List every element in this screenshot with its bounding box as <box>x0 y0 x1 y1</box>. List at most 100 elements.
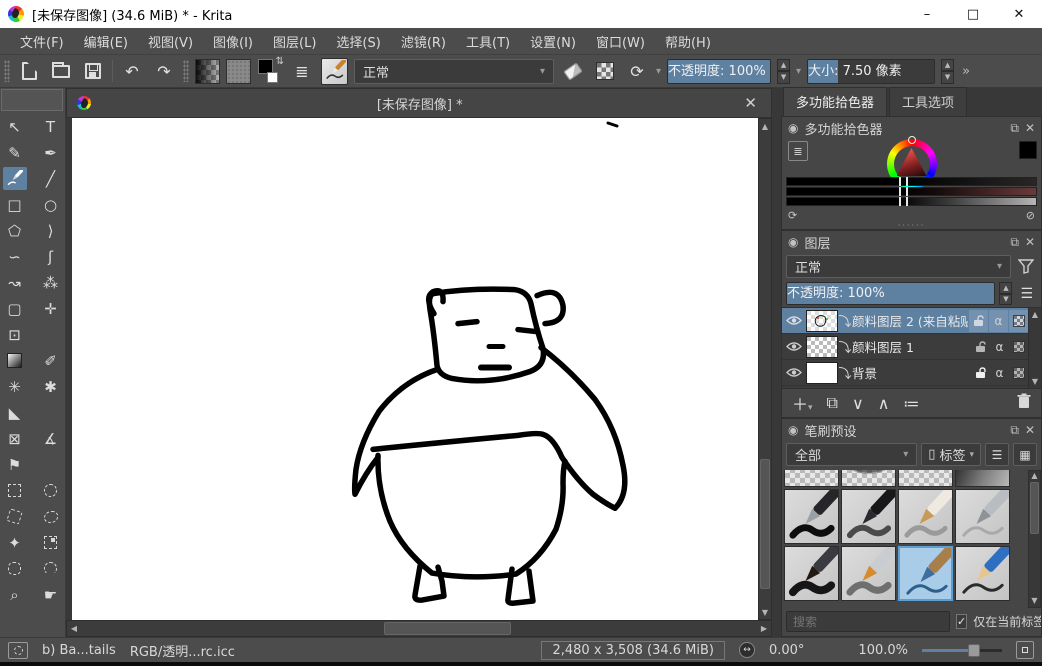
assistants-tool[interactable]: ⚑ <box>3 453 27 476</box>
canvas-rotation-icon[interactable]: ↔ <box>739 642 755 658</box>
visibility-eye-icon[interactable] <box>782 367 806 378</box>
zoom-tool[interactable]: ⌕ <box>3 583 27 606</box>
open-document-button[interactable] <box>48 58 74 84</box>
bezier-select-tool[interactable] <box>39 531 63 554</box>
brush-preset-eraser-soft[interactable] <box>898 470 953 487</box>
reload-preset-button[interactable]: ⟳ <box>624 58 650 84</box>
ellipse-tool[interactable]: ○ <box>39 193 63 216</box>
canvas-vertical-scrollbar[interactable]: ▲ ▼ <box>758 118 772 620</box>
float-docker-icon[interactable]: ⧉ <box>1010 423 1019 438</box>
layer-name[interactable]: 颜料图层 2 (来自粘贴) <box>852 311 968 330</box>
layer-name[interactable]: 背景 <box>852 363 971 382</box>
scroll-up-icon[interactable]: ▲ <box>1032 310 1038 319</box>
maximize-button[interactable]: □ <box>950 0 996 28</box>
reference-images-tool[interactable]: ⊠ <box>3 427 27 450</box>
toolbox-header[interactable] <box>1 89 63 111</box>
brush-preset-airbrush-dark[interactable] <box>955 470 1010 487</box>
menu-item-6[interactable]: 滤镜(R) <box>391 28 456 55</box>
brush-preset-pen-chisel-black[interactable] <box>784 489 839 544</box>
layer-blending-mode-dropdown[interactable]: 正常 ▾ <box>786 255 1011 278</box>
inherit-alpha-icon[interactable] <box>1009 310 1028 332</box>
freehand-brush-tool[interactable] <box>3 167 27 190</box>
move-layer-up-button[interactable]: ∧ <box>878 394 890 413</box>
no-color-icon[interactable]: ⊘ <box>1026 209 1035 222</box>
presets-menu-button[interactable]: ☰ <box>985 443 1009 466</box>
new-document-button[interactable] <box>16 58 42 84</box>
rect-select-tool[interactable] <box>3 479 27 502</box>
menu-item-1[interactable]: 编辑(E) <box>74 28 138 55</box>
layer-opacity-spinner[interactable]: ▲▼ <box>999 282 1012 305</box>
eraser-mode-button[interactable] <box>560 58 586 84</box>
gradient-tool[interactable] <box>3 349 27 372</box>
bezier-curve-tool[interactable]: ∽ <box>3 245 27 268</box>
add-layer-button[interactable]: ＋▾ <box>792 391 813 415</box>
dynamic-brush-tool[interactable]: ↝ <box>3 271 27 294</box>
toolbar-grip[interactable] <box>4 60 10 82</box>
layer-thumbnail[interactable] <box>806 310 838 332</box>
scroll-right-icon[interactable]: ▶ <box>757 624 771 633</box>
delete-layer-button[interactable] <box>1017 393 1031 413</box>
text-tool[interactable]: T <box>39 115 63 138</box>
pattern-chooser-button[interactable] <box>226 59 251 84</box>
canvas-size-label[interactable]: 2,480 x 3,508 (34.6 MiB) <box>541 641 725 660</box>
opacity-spinner[interactable]: ▲▼ <box>777 59 790 84</box>
docker-resize-handle[interactable]: ······ <box>782 223 1041 229</box>
scroll-left-icon[interactable]: ◀ <box>67 624 81 633</box>
crop-tool[interactable]: ⊡ <box>3 323 27 346</box>
polygon-tool[interactable]: ⬠ <box>3 219 27 242</box>
visibility-eye-icon[interactable] <box>782 315 806 326</box>
toolbar-grip[interactable] <box>183 60 189 82</box>
menu-item-5[interactable]: 选择(S) <box>326 28 390 55</box>
lock-docker-icon[interactable]: ◉ <box>788 423 798 437</box>
pan-tool[interactable]: ☛ <box>39 583 63 606</box>
rotation-value[interactable]: 0.00° <box>769 643 804 658</box>
scroll-down-icon[interactable]: ▼ <box>759 605 771 619</box>
brush-option-widget[interactable]: ≣ <box>289 58 315 84</box>
alpha-lock-icon[interactable]: α <box>990 362 1009 384</box>
tab-advanced-color-selector[interactable]: 多功能拾色器 <box>783 87 887 116</box>
magnetic-select-tool[interactable] <box>39 557 63 580</box>
menu-item-4[interactable]: 图层(L) <box>263 28 326 55</box>
value-bar[interactable] <box>786 197 1037 206</box>
fg-bg-color-widget[interactable]: ⇅ <box>257 58 283 84</box>
float-docker-icon[interactable]: ⧉ <box>1010 121 1019 136</box>
brush-size-slider[interactable]: 大小: 7.50 像素 <box>807 59 935 84</box>
layer-thumbnail[interactable] <box>806 362 838 384</box>
smart-patch-tool[interactable]: ✳ <box>3 375 27 398</box>
zoom-slider[interactable] <box>922 643 1002 657</box>
ellipse-select-tool[interactable] <box>39 479 63 502</box>
zoom-slider-handle[interactable] <box>968 644 980 657</box>
float-docker-icon[interactable]: ⧉ <box>1010 235 1019 250</box>
edit-brush-settings-button[interactable] <box>321 58 348 85</box>
freehand-path-tool[interactable]: ʃ <box>39 245 63 268</box>
menu-item-7[interactable]: 工具(T) <box>456 28 520 55</box>
layer-properties-button[interactable]: ≔ <box>903 394 919 413</box>
hue-bar-handle[interactable] <box>899 177 908 186</box>
scroll-down-icon[interactable]: ▼ <box>1032 377 1038 386</box>
color-settings-button[interactable]: ≣ <box>788 141 808 161</box>
tag-button[interactable]: ▯ 标签 ▾ <box>921 443 981 466</box>
current-color-swatch[interactable] <box>1019 141 1037 159</box>
close-docker-icon[interactable]: ✕ <box>1025 235 1035 249</box>
search-input[interactable] <box>786 611 950 632</box>
move-tool[interactable]: ✛ <box>39 297 63 320</box>
calligraphy-tool[interactable]: ✒ <box>39 141 63 164</box>
menu-item-3[interactable]: 图像(I) <box>203 28 263 55</box>
layer-lock-icon[interactable] <box>971 336 990 358</box>
scroll-down-icon[interactable]: ▼ <box>1031 596 1037 607</box>
close-button[interactable]: ✕ <box>996 0 1042 28</box>
inherit-alpha-icon[interactable] <box>1009 336 1028 358</box>
lock-docker-icon[interactable]: ◉ <box>788 235 798 249</box>
select-shapes-tool[interactable]: ↖ <box>3 115 27 138</box>
brush-preset-eraser-arc[interactable] <box>784 470 839 487</box>
brush-preset-brush-orange[interactable] <box>841 546 896 601</box>
multibrush-tool[interactable]: ⁂ <box>39 271 63 294</box>
canvas[interactable] <box>72 118 758 620</box>
brush-preset-pen-silver[interactable] <box>955 489 1010 544</box>
display-mode-button[interactable]: ▦ <box>1013 443 1037 466</box>
menu-item-10[interactable]: 帮助(H) <box>655 28 721 55</box>
inherit-alpha-icon[interactable] <box>1009 362 1028 384</box>
color-profile-label[interactable]: RGB/透明...rc.icc <box>130 641 235 660</box>
visibility-eye-icon[interactable] <box>782 341 806 352</box>
outline-select-tool[interactable] <box>3 557 27 580</box>
